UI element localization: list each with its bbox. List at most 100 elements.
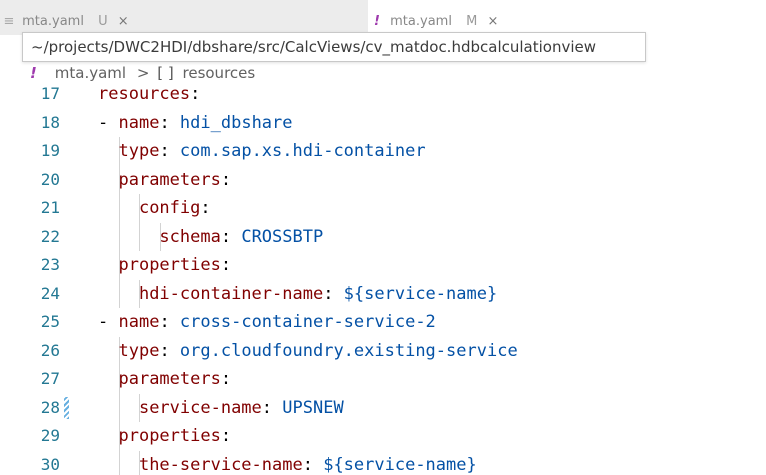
yaml-colon: : (220, 255, 232, 275)
code-line[interactable]: 21 config: (0, 194, 766, 223)
yaml-file-icon: ≡ (3, 14, 15, 29)
yaml-key: type (118, 141, 160, 161)
line-number: 23 (40, 255, 60, 274)
yaml-file-icon: ! (30, 64, 37, 82)
code-text: schema: CROSSBTP (98, 223, 323, 252)
yaml-key: config (138, 198, 201, 218)
code-text: properties: (98, 422, 231, 451)
line-number: 19 (40, 141, 60, 160)
yaml-key: the-service-name (138, 454, 303, 475)
code-editor[interactable]: 17 resources: 18- name: hdi_dbshare 19 type… (0, 80, 766, 475)
tab-label: mta.yaml (390, 14, 452, 29)
yaml-colon: : (220, 226, 242, 247)
tab-mta-yaml-other[interactable]: ≡ mta.yaml U × (0, 0, 368, 35)
line-number: 27 (40, 369, 60, 388)
code-text: service-name: UPSNEW (98, 394, 344, 423)
line-number: 28 (40, 397, 60, 417)
yaml-key: schema (159, 226, 221, 247)
code-line[interactable]: 20 parameters: (0, 165, 766, 195)
code-text: parameters: (98, 365, 231, 394)
yaml-value: ${service-name} (343, 283, 498, 304)
breadcrumb-file[interactable]: mta.yaml (55, 64, 126, 82)
code-text: - name: cross-container-service-2 (98, 308, 436, 337)
yaml-colon: : (220, 169, 232, 190)
code-line[interactable]: 24 hdi-container-name: ${service-name} (0, 279, 766, 309)
yaml-key: service-name (138, 397, 262, 418)
yaml-colon: : (159, 312, 180, 332)
yaml-value: cross-container-service-2 (179, 312, 436, 332)
code-text: the-service-name: ${service-name} (98, 451, 477, 475)
yaml-key: parameters (118, 169, 221, 190)
yaml-key: properties (118, 255, 221, 275)
tab-label: mta.yaml (22, 14, 84, 29)
close-icon[interactable]: × (118, 14, 129, 29)
array-symbol-icon: [ ] (157, 64, 174, 82)
line-number: 26 (40, 340, 60, 360)
line-number: 21 (40, 198, 60, 217)
yaml-colon: : (261, 397, 283, 418)
yaml-colon: : (190, 84, 201, 104)
line-number: 29 (40, 426, 60, 445)
code-line[interactable]: 18 - name: hdi_dbshare (0, 109, 766, 138)
line-number: 18 (40, 112, 60, 132)
yaml-key: type (118, 340, 160, 361)
yaml-colon: : (200, 198, 211, 218)
yaml-colon: : (159, 112, 180, 133)
code-text: - name: hdi_dbshare (98, 109, 293, 138)
breadcrumb: ! mta.yaml > [ ] resources (0, 62, 766, 86)
breadcrumb-symbol[interactable]: resources (183, 64, 256, 82)
list-dash: - (98, 312, 119, 332)
yaml-value: ${service-name} (323, 454, 477, 475)
yaml-colon: : (302, 454, 324, 475)
modified-line-marker (64, 396, 69, 419)
code-text: parameters: (98, 166, 231, 195)
yaml-key: name (118, 312, 160, 332)
tab-path-tooltip: ~/projects/DWC2HDI/dbshare/src/CalcViews… (22, 32, 646, 62)
code-line[interactable]: 30 the-service-name: ${service-name} (0, 450, 766, 475)
yaml-colon: : (323, 283, 344, 304)
code-text: config: (98, 194, 211, 223)
yaml-file-icon: ! (374, 14, 380, 29)
yaml-value: hdi_dbshare (179, 112, 293, 133)
code-line[interactable]: 25 - name: cross-container-service-2 (0, 308, 766, 337)
code-text: properties: (98, 251, 231, 280)
yaml-key: resources (98, 84, 191, 104)
yaml-key: properties (118, 426, 221, 446)
yaml-value: org.cloudfoundry.existing-service (179, 340, 518, 361)
editor-tab-bar: ≡ mta.yaml U × ! mta.yaml M × (0, 0, 766, 35)
code-line[interactable]: 19 type: com.sap.xs.hdi-container (0, 137, 766, 166)
modified-badge: M (466, 14, 478, 29)
chevron-right-icon: > (136, 64, 150, 82)
yaml-key: parameters (118, 369, 221, 389)
code-text: hdi-container-name: ${service-name} (98, 280, 497, 309)
close-icon[interactable]: × (487, 14, 498, 29)
yaml-value: com.sap.xs.hdi-container (179, 141, 426, 161)
yaml-value: UPSNEW (282, 397, 344, 418)
yaml-colon: : (159, 340, 180, 361)
yaml-key: hdi-container-name (138, 283, 324, 304)
yaml-key: name (118, 112, 160, 133)
code-text: type: org.cloudfoundry.existing-service (98, 337, 518, 366)
tab-mta-yaml-active[interactable]: ! mta.yaml M × (368, 0, 766, 35)
list-dash: - (98, 112, 119, 133)
code-line[interactable]: 27 parameters: (0, 365, 766, 394)
code-line[interactable]: 28 service-name: UPSNEW (0, 393, 766, 423)
untracked-badge: U (98, 14, 108, 29)
line-number: 22 (40, 226, 60, 246)
yaml-colon: : (220, 369, 232, 389)
code-line[interactable]: 26 type: org.cloudfoundry.existing-servi… (0, 336, 766, 366)
line-number: 25 (40, 312, 60, 331)
code-line[interactable]: 29 properties: (0, 422, 766, 451)
code-line[interactable]: 23 properties: (0, 251, 766, 280)
line-number: 20 (40, 169, 60, 189)
code-line[interactable]: 22 schema: CROSSBTP (0, 222, 766, 252)
